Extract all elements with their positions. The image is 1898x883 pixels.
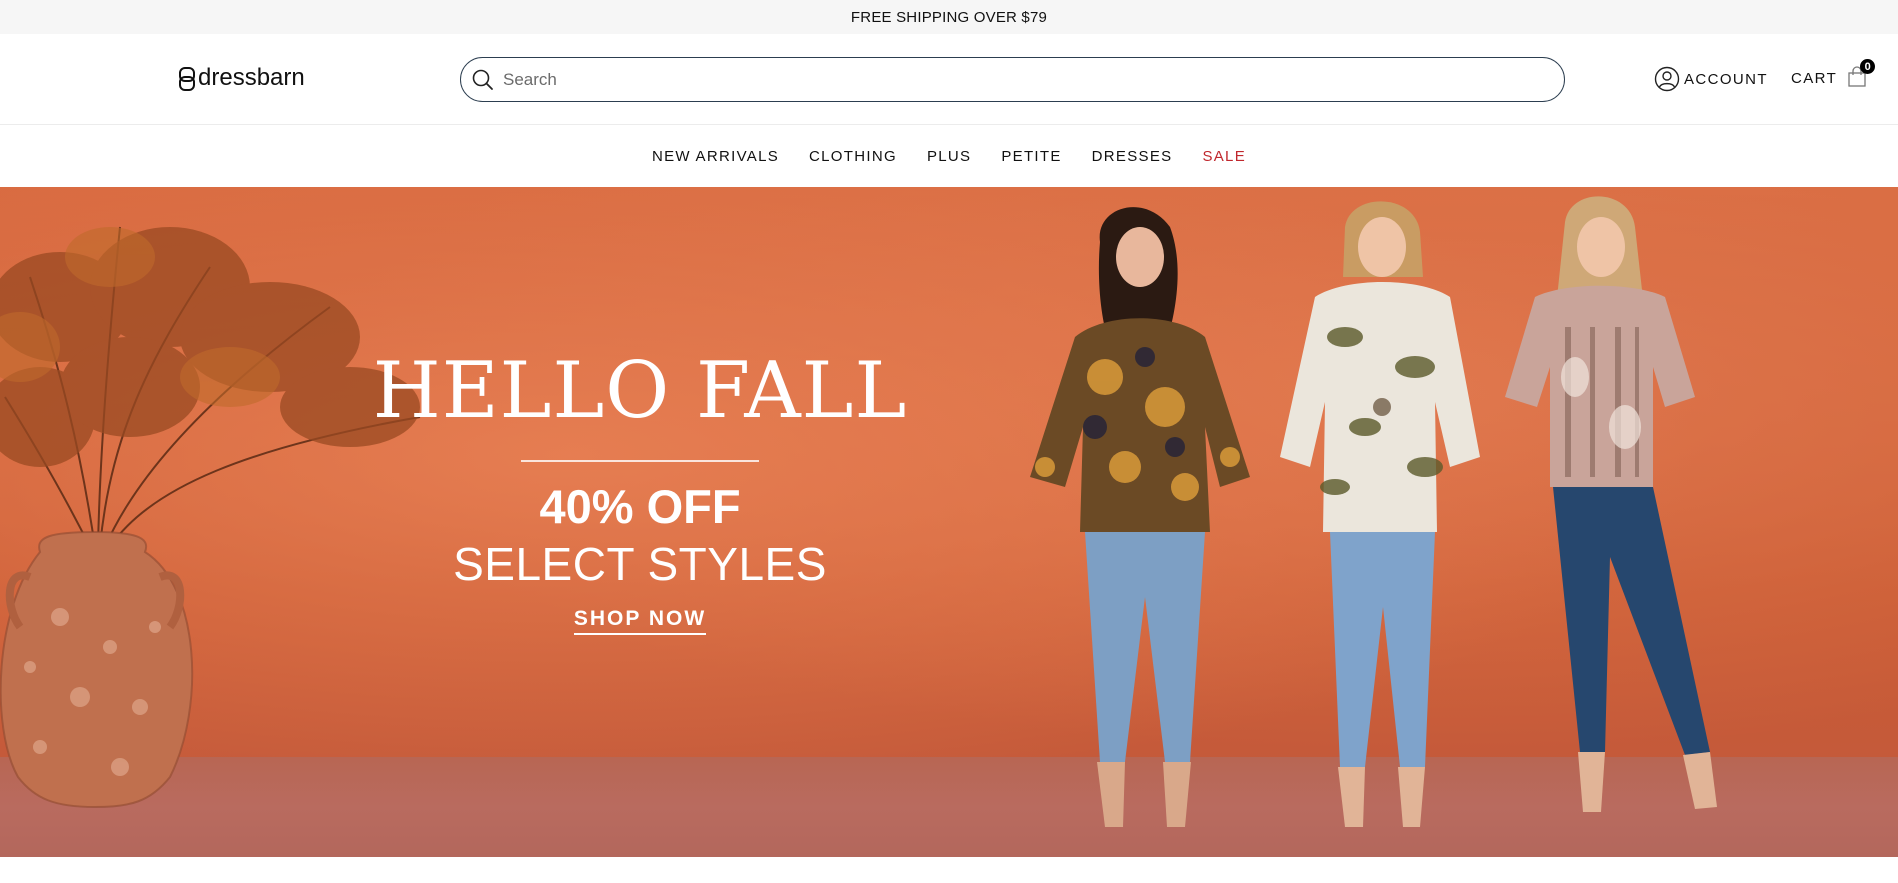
models-photo [1030, 196, 1717, 827]
hero-title: HELLO FALL [372, 346, 908, 436]
cart-link[interactable]: CART 0 [1791, 59, 1876, 90]
nav-item-sale[interactable]: SALE [1202, 148, 1246, 165]
shopping-bag-icon: 0 [1847, 59, 1876, 90]
hero-copy: HELLO FALL 40% OFF SELECT STYLES SHOP NO… [360, 352, 920, 635]
nav-item-plus[interactable]: PLUS [927, 148, 971, 165]
hero-offer: 40% OFF [539, 480, 741, 533]
account-label: ACCOUNT [1684, 70, 1768, 88]
hero-banner[interactable]: HELLO FALL 40% OFF SELECT STYLES SHOP NO… [0, 187, 1898, 857]
nav-item-new-arrivals[interactable]: NEW ARRIVALS [652, 148, 779, 165]
search-bar[interactable] [460, 57, 1565, 102]
hero-subtitle: SELECT STYLES [453, 538, 827, 591]
main-navigation: NEW ARRIVALS CLOTHING PLUS PETITE DRESSE… [0, 125, 1898, 187]
model-2 [1280, 201, 1480, 827]
user-icon [1654, 66, 1680, 92]
nav-item-dresses[interactable]: DRESSES [1092, 148, 1173, 165]
nav-item-petite[interactable]: PETITE [1001, 148, 1061, 165]
shop-now-button[interactable]: SHOP NOW [573, 607, 707, 635]
cart-count-badge: 0 [1860, 59, 1876, 74]
promo-banner: FREE SHIPPING OVER $79 [0, 0, 1898, 34]
brand-logo[interactable]: dressbarn [178, 64, 305, 92]
logo-text: dressbarn [198, 64, 305, 91]
logo-mark-icon [178, 67, 195, 91]
site-header: dressbarn ACCOUNT CART 0 [0, 34, 1898, 125]
model-1 [1030, 207, 1250, 827]
nav-item-clothing[interactable]: CLOTHING [809, 148, 897, 165]
cart-label: CART [1791, 69, 1838, 87]
promo-text: FREE SHIPPING OVER $79 [850, 8, 1048, 26]
search-icon[interactable] [471, 68, 495, 92]
account-link[interactable]: ACCOUNT [1654, 66, 1768, 92]
search-input[interactable] [503, 58, 1564, 101]
model-3 [1505, 196, 1717, 812]
hero-divider [521, 460, 759, 462]
